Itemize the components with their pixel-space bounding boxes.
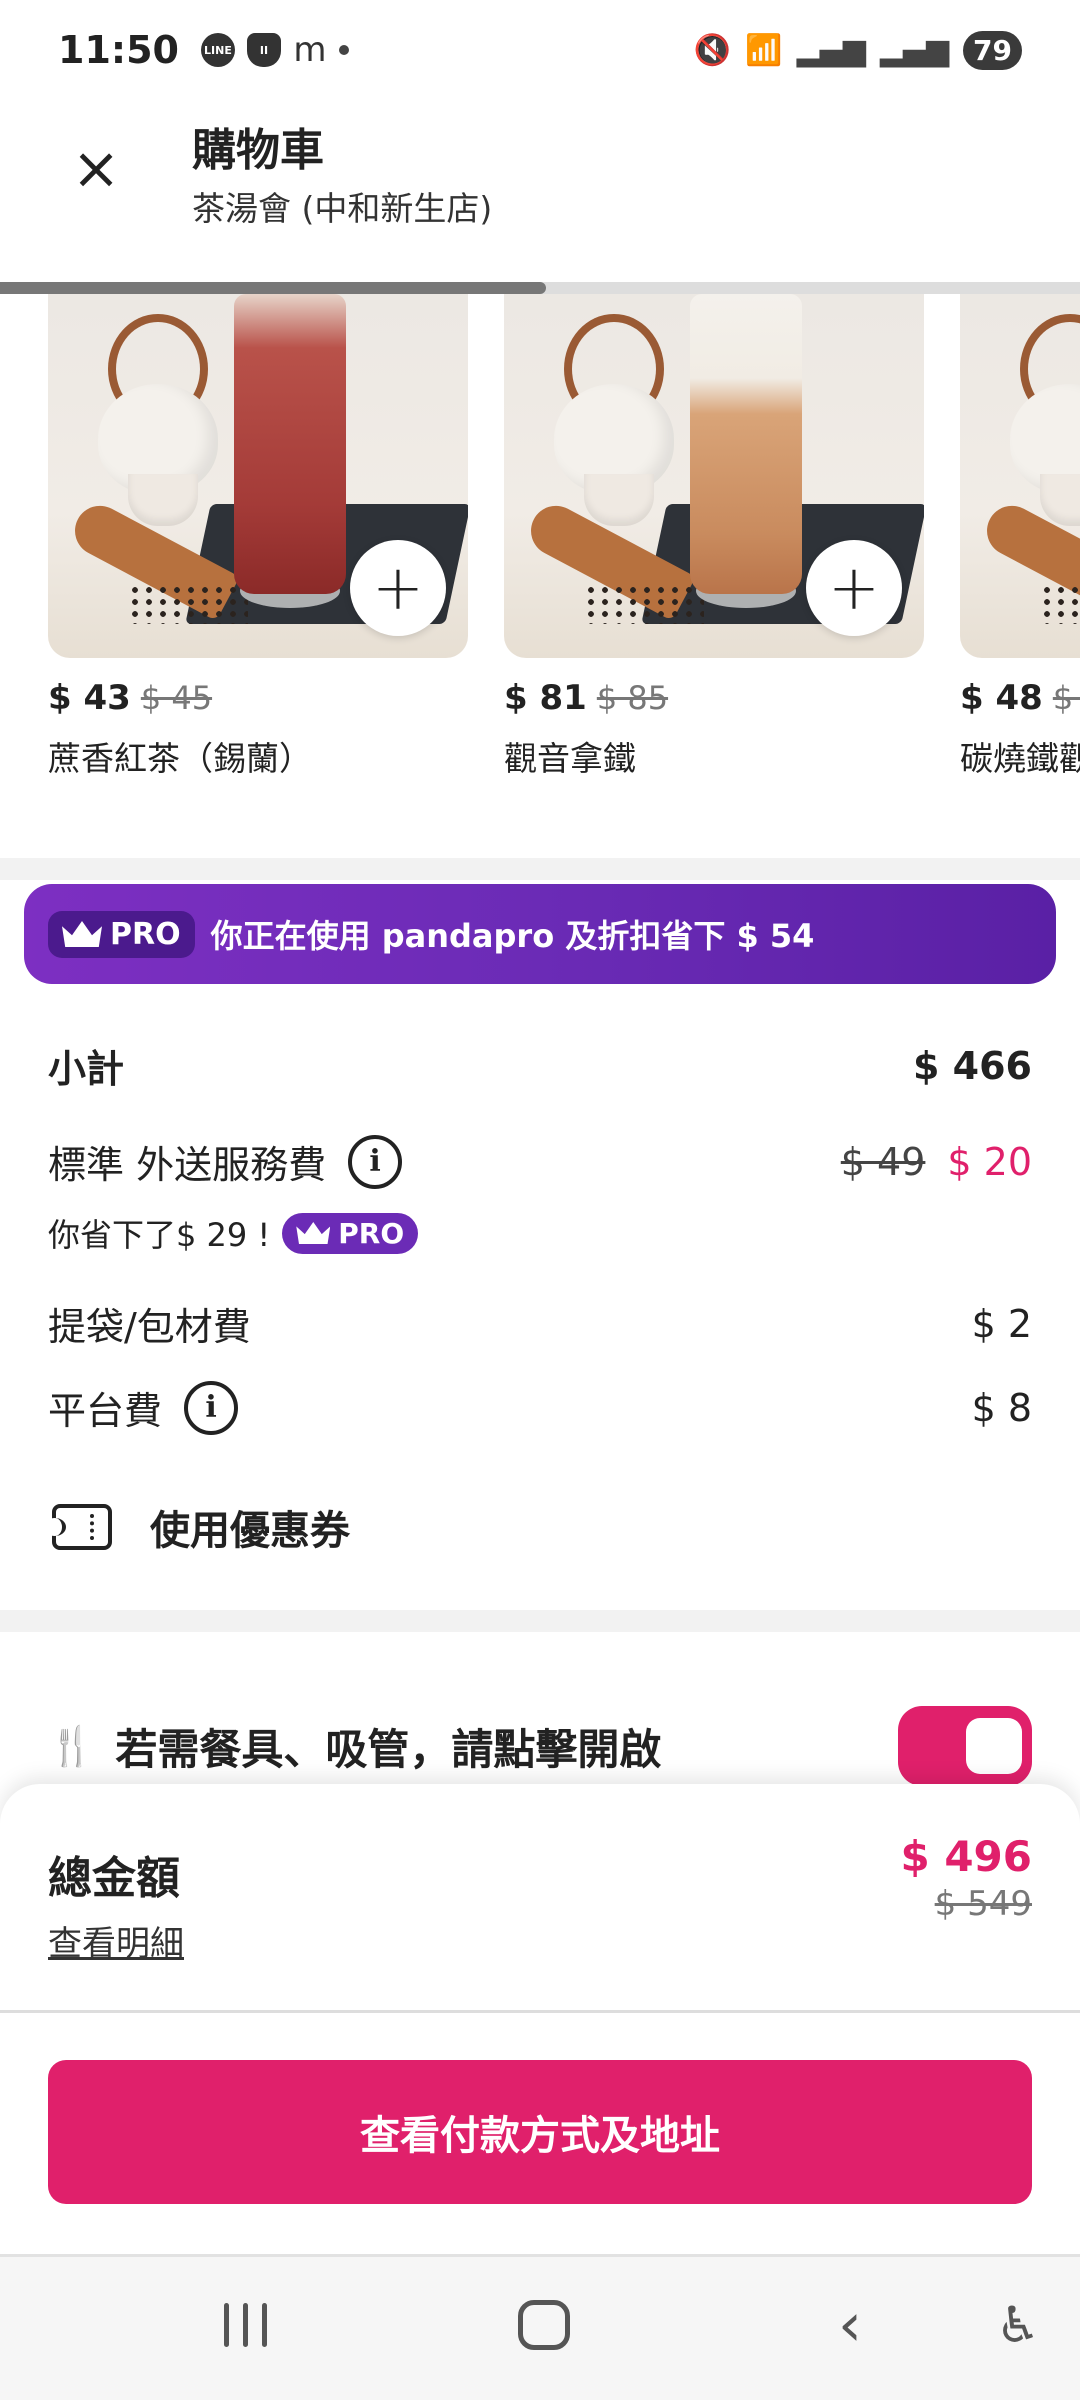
bag-fee-label: 提袋/包材費 xyxy=(48,1305,251,1349)
product-image: + xyxy=(504,294,924,658)
total-value: $ 496 xyxy=(900,1832,1032,1881)
total-label: 總金額 xyxy=(48,1853,180,1904)
product-card[interactable]: + $ 43 $ 45 蔗香紅茶（錫蘭） xyxy=(48,294,468,780)
section-divider xyxy=(0,1610,1080,1632)
subtotal-value: $ 466 xyxy=(913,1043,1032,1088)
pro-banner-text: 你正在使用 pandapro 及折扣省下 $ 54 xyxy=(210,917,815,955)
delivery-fee-values: $ 49 $ 20 xyxy=(841,1140,1032,1184)
total-original: $ 549 xyxy=(934,1884,1032,1924)
price-now: $ 48 xyxy=(960,678,1043,718)
system-nav-bar: ‹ ♿ xyxy=(0,2254,1080,2400)
use-voucher-button[interactable]: 使用優惠券 xyxy=(44,1498,350,1556)
platform-fee-value: $ 8 xyxy=(971,1385,1032,1430)
product-price: $ 81 $ 85 xyxy=(504,678,924,718)
carousel-scroll-thumb xyxy=(0,282,546,294)
page-title: 購物車 xyxy=(192,125,324,176)
checkout-button[interactable]: 查看付款方式及地址 xyxy=(48,2060,1032,2204)
pro-badge-label: PRO xyxy=(110,916,181,952)
add-to-cart-button[interactable]: + xyxy=(350,540,446,636)
checkout-sheet: 總金額 查看明細 $ 496 $ 549 查看付款方式及地址 xyxy=(0,1784,1080,2254)
status-left-icons: LINE II m xyxy=(200,30,349,70)
info-icon[interactable]: i xyxy=(184,1380,239,1435)
signal-icon: ▂▄▆ xyxy=(796,32,866,68)
delivery-fee-original: $ 49 xyxy=(840,1139,926,1184)
pro-badge-label: PRO xyxy=(338,1216,405,1250)
saved-text: 你省下了$ 29 ! xyxy=(48,1216,271,1254)
platform-fee-row: 平台費 i $ 8 xyxy=(48,1380,1032,1435)
home-icon[interactable] xyxy=(512,2285,576,2365)
pro-badge: PRO xyxy=(48,910,195,958)
product-price: $ 48 $ 5 xyxy=(960,678,1080,718)
toggle-knob xyxy=(966,1718,1022,1774)
mute-icon: 🔇 xyxy=(693,32,732,68)
price-original: $ 45 xyxy=(140,679,213,717)
subtotal-row: 小計 $ 466 xyxy=(48,1038,1032,1093)
delivery-fee-label: 標準 外送服務費 xyxy=(48,1143,327,1187)
bag-fee-value: $ 2 xyxy=(971,1301,1032,1346)
status-right-icons: 🔇 📶 ▂▄▆ ▂▄▆ 79 xyxy=(693,30,1022,70)
cutlery-label: 若需餐具、吸管，請點擊開啟 xyxy=(115,1724,662,1774)
delivery-fee-value: $ 20 xyxy=(947,1139,1032,1184)
cutlery-row: 🍴 若需餐具、吸管，請點擊開啟 xyxy=(48,1706,1032,1786)
product-card[interactable]: + $ 48 $ 5 碳燒鐵觀 xyxy=(960,294,1080,780)
info-icon[interactable]: i xyxy=(348,1134,403,1189)
voucher-icon xyxy=(44,1504,112,1550)
sheet-divider xyxy=(0,2010,1080,2013)
status-bar: 11:50 LINE II m 🔇 📶 ▂▄▆ ▂▄▆ 79 xyxy=(0,0,1080,100)
section-divider xyxy=(0,858,1080,880)
product-price: $ 43 $ 45 xyxy=(48,678,468,718)
wifi-icon: 📶 xyxy=(745,32,783,68)
back-icon[interactable]: ‹ xyxy=(820,2285,880,2365)
product-image: + xyxy=(48,294,468,658)
recommendation-carousel[interactable]: + $ 43 $ 45 蔗香紅茶（錫蘭） + $ 81 $ 85 觀音拿鐵 + … xyxy=(0,294,1080,854)
price-now: $ 43 xyxy=(48,678,131,718)
accessibility-icon[interactable]: ♿ xyxy=(988,2285,1048,2365)
shield-icon: II xyxy=(246,33,281,67)
view-details-link[interactable]: 查看明細 xyxy=(48,1916,184,1965)
mcdonalds-icon: m xyxy=(293,30,327,70)
subtotal-label: 小計 xyxy=(48,1047,125,1091)
product-name: 觀音拿鐵 xyxy=(504,739,636,778)
store-name: 茶湯會 (中和新生店) xyxy=(192,189,493,228)
status-time: 11:50 xyxy=(58,28,179,72)
pro-badge: PRO xyxy=(282,1212,419,1254)
dot-icon xyxy=(338,45,349,55)
close-icon[interactable]: × xyxy=(66,138,126,198)
pro-savings-banner: PRO 你正在使用 pandapro 及折扣省下 $ 54 xyxy=(24,884,1056,984)
product-name: 碳燒鐵觀 xyxy=(960,739,1080,778)
cutlery-toggle[interactable] xyxy=(898,1706,1032,1786)
crown-icon xyxy=(296,1222,331,1244)
crown-icon xyxy=(62,921,102,947)
add-to-cart-button[interactable]: + xyxy=(806,540,902,636)
price-now: $ 81 xyxy=(504,678,587,718)
signal-icon: ▂▄▆ xyxy=(879,32,950,68)
product-card[interactable]: + $ 81 $ 85 觀音拿鐵 xyxy=(504,294,924,780)
header: × 購物車 茶湯會 (中和新生店) xyxy=(0,100,1080,280)
voucher-label: 使用優惠券 xyxy=(150,1508,350,1554)
delivery-fee-label-group: 標準 外送服務費 i xyxy=(48,1134,403,1189)
bag-fee-row: 提袋/包材費 $ 2 xyxy=(48,1296,1032,1351)
line-icon: LINE xyxy=(200,33,235,67)
product-name: 蔗香紅茶（錫蘭） xyxy=(48,739,312,778)
platform-fee-label-group: 平台費 i xyxy=(48,1380,239,1435)
product-image: + xyxy=(960,294,1080,658)
price-original: $ 5 xyxy=(1052,679,1080,717)
delivery-fee-row: 標準 外送服務費 i $ 49 $ 20 xyxy=(48,1134,1032,1189)
battery-indicator: 79 xyxy=(963,30,1022,70)
pro-savings-row: 你省下了$ 29 ! PRO xyxy=(48,1210,419,1256)
price-original: $ 85 xyxy=(596,679,669,717)
recent-apps-icon[interactable] xyxy=(210,2285,280,2365)
cutlery-icon: 🍴 xyxy=(48,1723,96,1768)
platform-fee-label: 平台費 xyxy=(48,1389,163,1433)
